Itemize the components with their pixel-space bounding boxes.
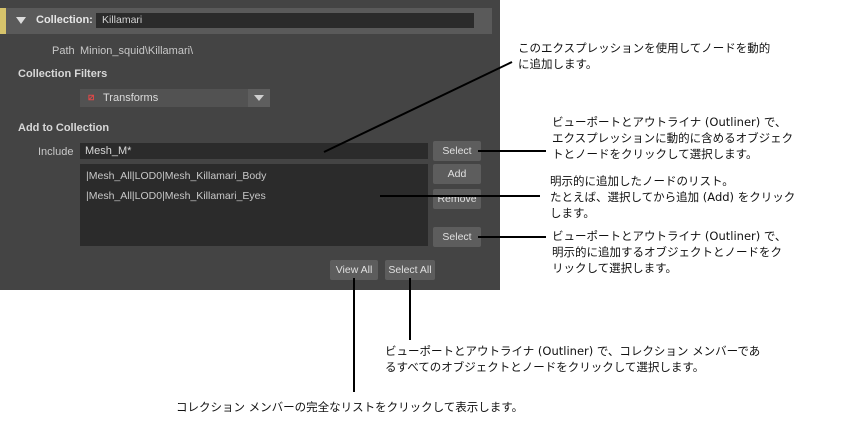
callout-text: コレクション メンバーの完全なリストをクリックして表示します。	[176, 400, 524, 414]
callout-text: 明示的に追加したノードのリスト。	[550, 174, 734, 188]
callout-select-all: ビューポートとアウトライナ (Outliner) で、コレクション メンバーであ…	[385, 343, 760, 375]
list-item[interactable]: |Mesh_All|LOD0|Mesh_Killamari_Body	[86, 170, 266, 182]
select-explicit-button[interactable]: Select	[433, 227, 481, 247]
callout-text: に追加します。	[518, 57, 598, 71]
callout-text: します。	[550, 206, 595, 220]
explicit-members-list[interactable]: |Mesh_All|LOD0|Mesh_Killamari_Body |Mesh…	[80, 164, 428, 246]
callout-view-all: コレクション メンバーの完全なリストをクリックして表示します。	[176, 399, 523, 415]
callout-text: トとノードをクリックして選択します。	[552, 147, 758, 161]
select-include-button[interactable]: Select	[433, 141, 481, 161]
callout-text: たとえば、選択してから追加 (Add) をクリック	[550, 190, 796, 204]
list-item[interactable]: |Mesh_All|LOD0|Mesh_Killamari_Eyes	[86, 190, 266, 202]
select-all-button[interactable]: Select All	[385, 260, 435, 280]
collection-label: Collection:	[36, 14, 93, 26]
callout-expression: このエクスプレッションを使用してノードを動的 に追加します。	[518, 40, 770, 72]
include-label: Include	[38, 146, 74, 158]
collection-filters-heading: Collection Filters	[18, 68, 108, 80]
collection-name-field[interactable]: Killamari	[96, 13, 474, 28]
remove-button[interactable]: Remove	[433, 189, 481, 209]
collapse-triangle-icon[interactable]	[16, 17, 26, 24]
add-button[interactable]: Add	[433, 164, 481, 184]
callout-text: ビューポートとアウトライナ (Outliner) で、コレクション メンバーであ	[385, 344, 761, 358]
callout-text: ビューポートとアウトライナ (Outliner) で、	[552, 115, 787, 129]
transform-icon: ⧄	[88, 92, 95, 103]
callout-text: るすべてのオブジェクトとノードをクリックして選択します。	[385, 360, 705, 374]
callout-text: ビューポートとアウトライナ (Outliner) で、	[552, 229, 787, 243]
collection-panel: Collection: Killamari Path Minion_squid\…	[0, 0, 500, 290]
header-accent-bar	[0, 8, 6, 34]
path-label: Path	[52, 45, 75, 57]
path-value: Minion_squid\Killamari\	[80, 45, 194, 57]
callout-text: リックして選択します。	[552, 261, 678, 275]
callout-text: エクスプレッションに動的に含めるオブジェク	[552, 131, 794, 145]
callout-text: このエクスプレッションを使用してノードを動的	[518, 41, 771, 55]
collection-header[interactable]: Collection: Killamari	[0, 8, 492, 34]
callout-select-explicit: ビューポートとアウトライナ (Outliner) で、 明示的に追加するオブジェ…	[552, 228, 786, 276]
include-expression-input[interactable]: Mesh_M*	[80, 143, 428, 159]
callout-explicit-list: 明示的に追加したノードのリスト。 たとえば、選択してから追加 (Add) をクリ…	[550, 173, 795, 221]
view-all-button[interactable]: View All	[330, 260, 378, 280]
filter-dropdown-value: Transforms	[103, 92, 159, 104]
filter-dropdown[interactable]: ⧄ Transforms	[80, 89, 270, 107]
dropdown-arrow-icon[interactable]	[248, 89, 270, 107]
callout-select-include: ビューポートとアウトライナ (Outliner) で、 エクスプレッションに動的…	[552, 114, 793, 162]
callout-text: 明示的に追加するオブジェクトとノードをク	[552, 245, 782, 259]
add-to-collection-heading: Add to Collection	[18, 122, 110, 134]
